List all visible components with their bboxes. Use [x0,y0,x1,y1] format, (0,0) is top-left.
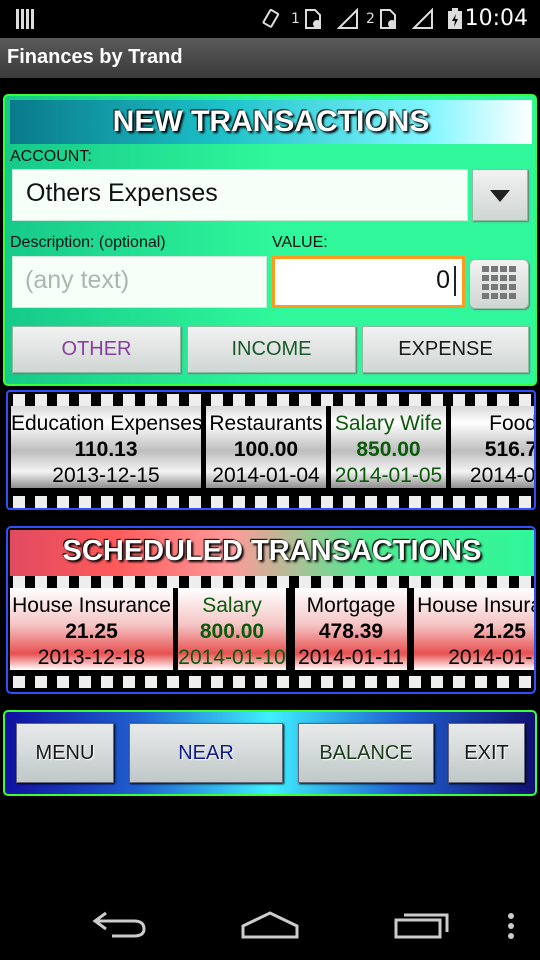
sim-icon [380,9,396,29]
signal-icon [337,8,358,29]
overflow-menu-icon[interactable] [506,912,516,940]
expense-button[interactable]: EXPENSE [362,326,529,373]
calculator-icon [482,266,516,299]
film-perforation [8,394,534,406]
transaction-name: Restaurants [209,412,323,435]
scheduled-transaction-card[interactable]: Salary 800.00 2014-01-10 [178,588,286,670]
clock: 10:04 [464,6,528,31]
transaction-value: 800.00 [199,620,265,643]
income-button[interactable]: INCOME [187,326,356,373]
transaction-name: Education Expenses [11,412,201,435]
chevron-down-icon [490,190,510,202]
navigation-bar [0,880,540,960]
value-label: VALUE: [272,234,328,251]
app-title: Finances by Trand [7,46,183,68]
balance-button[interactable]: BALANCE [298,723,434,783]
recent-transaction-card[interactable]: Salary Wife 850.00 2014-01-05 [331,406,446,488]
main-menu-panel: MENU NEAR BALANCE EXIT [3,710,537,796]
app-title-bar: Finances by Trand [0,38,540,78]
bars-icon [16,9,36,29]
other-button[interactable]: OTHER [12,326,181,373]
new-transactions-title: NEW TRANSACTIONS [112,105,430,138]
transaction-value: 516.73 [484,438,534,461]
battery-icon [448,8,462,29]
transaction-name: House Insura [417,594,536,617]
transaction-value: 110.13 [74,438,138,461]
transaction-date: 2014-01 [469,464,536,487]
description-input[interactable]: (any text) [12,256,267,308]
scheduled-transactions-title: SCHEDULED TRANSACTIONS [62,535,482,567]
transaction-value: 100.00 [233,438,299,461]
transaction-name: Salary [202,594,262,617]
transaction-name: Salary Wife [334,412,443,435]
transaction-date: 2014-01-04 [212,464,320,487]
back-icon[interactable] [92,910,148,938]
transaction-date: 2014-01-05 [334,464,443,487]
transaction-date: 2014-01-1 [448,646,536,669]
menu-button[interactable]: MENU [16,723,114,783]
new-transactions-panel: NEW TRANSACTIONS ACCOUNT: Others Expense… [3,94,537,386]
transaction-name: Mortgage [306,594,396,617]
status-bar: 1 2 10:04 [0,0,540,38]
sim-icon [305,9,321,29]
sim2-label: 2 [366,11,375,27]
value-input[interactable]: 0 [272,256,465,308]
scheduled-transaction-card[interactable]: Mortgage 478.39 2014-01-11 [295,588,407,670]
account-select[interactable]: Others Expenses [12,169,468,221]
scheduled-transactions-panel: SCHEDULED TRANSACTIONS House Insurance 2… [6,526,536,694]
account-dropdown-button[interactable] [472,169,528,221]
transaction-name: House Insurance [12,594,171,617]
description-placeholder: (any text) [25,266,130,294]
transaction-date: 2013-12-15 [52,464,160,487]
account-label: ACCOUNT: [10,148,92,165]
transaction-value: 21.25 [473,620,526,643]
value-text: 0 [436,266,450,294]
recent-transactions-strip[interactable]: Education Expenses 110.13 2013-12-15 Res… [6,390,536,510]
scheduled-transactions-header: SCHEDULED TRANSACTIONS [10,530,534,576]
film-perforation [8,496,534,508]
description-label: Description: (optional) [10,234,166,251]
recent-transaction-card[interactable]: Education Expenses 110.13 2013-12-15 [11,406,201,488]
exit-button[interactable]: EXIT [448,723,525,783]
transaction-date: 2013-12-18 [37,646,146,669]
transaction-date: 2014-01-11 [298,646,404,669]
transaction-value: 21.25 [65,620,118,643]
signal-icon [412,8,433,29]
scheduled-transaction-card[interactable]: House Insurance 21.25 2013-12-18 [10,588,173,670]
text-cursor [454,266,456,296]
transaction-value: 850.00 [356,438,421,461]
transaction-value: 478.39 [318,620,384,643]
transaction-name: Food [489,412,536,435]
transaction-date: 2014-01-10 [178,646,286,669]
account-value: Others Expenses [26,179,218,207]
rotate-icon [262,8,280,28]
home-icon[interactable] [240,910,300,940]
new-transactions-header: NEW TRANSACTIONS [10,100,532,144]
film-perforation [8,576,534,588]
recent-transaction-card[interactable]: Food 516.73 2014-01 [451,406,536,488]
film-perforation [8,676,534,688]
recent-transaction-card[interactable]: Restaurants 100.00 2014-01-04 [206,406,326,488]
sim1-label: 1 [291,11,300,27]
calculator-button[interactable] [469,259,529,309]
near-button[interactable]: NEAR [129,723,283,783]
scheduled-transaction-card[interactable]: House Insura 21.25 2014-01-1 [414,588,536,670]
recents-icon[interactable] [393,910,451,940]
